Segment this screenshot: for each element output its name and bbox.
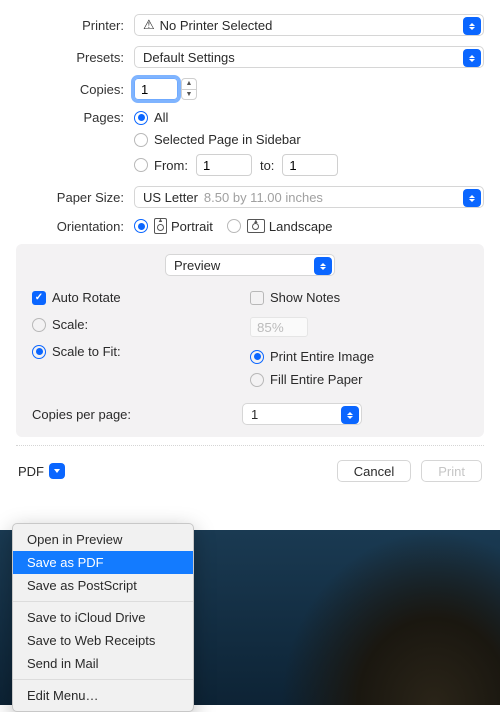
scale-to-fit-radio[interactable] (32, 345, 46, 359)
fill-entire-text: Fill Entire Paper (270, 372, 362, 387)
pdf-menu-item[interactable]: Save as PDF (13, 551, 193, 574)
copies-per-page-label: Copies per page: (32, 407, 242, 422)
paper-size-select[interactable]: US Letter 8.50 by 11.00 inches (134, 186, 484, 208)
pages-to-label: to: (260, 158, 274, 173)
pages-selected-radio[interactable] (134, 133, 148, 147)
paper-size-dims: 8.50 by 11.00 inches (204, 190, 323, 205)
menu-divider (13, 679, 193, 680)
pages-selected-text: Selected Page in Sidebar (154, 132, 301, 147)
orientation-landscape-radio[interactable] (227, 219, 241, 233)
portrait-icon (154, 218, 167, 234)
pdf-menu-item[interactable]: Edit Menu… (13, 684, 193, 707)
pages-from-input[interactable] (196, 154, 252, 176)
orientation-label: Orientation: (16, 219, 134, 234)
paper-size-value: US Letter (143, 190, 198, 205)
app-options-panel: Preview Auto Rotate Scale: Scale to Fit: (16, 244, 484, 437)
pages-label: Pages: (16, 110, 134, 125)
dropdown-caret-icon (341, 406, 359, 424)
landscape-icon (247, 219, 265, 233)
scale-text: Scale: (52, 317, 88, 332)
printer-select[interactable]: ⚠︎ No Printer Selected (134, 14, 484, 36)
printer-value: No Printer Selected (160, 18, 273, 33)
print-entire-text: Print Entire Image (270, 349, 374, 364)
pages-all-text: All (154, 110, 168, 125)
app-options-value: Preview (174, 258, 220, 273)
copies-stepper[interactable]: ▲ ▼ (181, 78, 197, 100)
dropdown-caret-icon (463, 189, 481, 207)
fill-entire-radio[interactable] (250, 373, 264, 387)
app-options-select[interactable]: Preview (165, 254, 335, 276)
pages-from-label: From: (154, 158, 188, 173)
pages-all-radio[interactable] (134, 111, 148, 125)
print-dialog: Printer: ⚠︎ No Printer Selected Presets:… (0, 0, 500, 492)
scale-to-fit-text: Scale to Fit: (52, 344, 121, 359)
pdf-menu-item[interactable]: Open in Preview (13, 528, 193, 551)
orientation-portrait-radio[interactable] (134, 219, 148, 233)
paper-size-label: Paper Size: (16, 190, 134, 205)
show-notes-text: Show Notes (270, 290, 340, 305)
pdf-menu-item[interactable]: Save to Web Receipts (13, 629, 193, 652)
pdf-menu-item[interactable]: Save as PostScript (13, 574, 193, 597)
orientation-portrait-text: Portrait (171, 219, 213, 234)
menu-divider (13, 601, 193, 602)
divider (16, 445, 484, 446)
pdf-menu-item[interactable]: Send in Mail (13, 652, 193, 675)
pdf-menu-item[interactable]: Save to iCloud Drive (13, 606, 193, 629)
print-entire-radio[interactable] (250, 350, 264, 364)
presets-select[interactable]: Default Settings (134, 46, 484, 68)
copies-per-page-select[interactable]: 1 (242, 403, 362, 425)
pages-to-input[interactable] (282, 154, 338, 176)
copies-per-page-value: 1 (251, 407, 258, 422)
presets-label: Presets: (16, 50, 134, 65)
pdf-menu-label: PDF (18, 464, 44, 479)
dropdown-caret-icon (314, 257, 332, 275)
copies-label: Copies: (16, 82, 134, 97)
stepper-up-icon[interactable]: ▲ (182, 79, 196, 90)
scale-radio[interactable] (32, 318, 46, 332)
cancel-button[interactable]: Cancel (337, 460, 411, 482)
dropdown-caret-icon (463, 49, 481, 67)
dropdown-caret-icon (463, 17, 481, 35)
chevron-down-icon (49, 463, 65, 479)
presets-value: Default Settings (143, 50, 235, 65)
pdf-dropdown-menu: Open in PreviewSave as PDFSave as PostSc… (12, 523, 194, 712)
show-notes-checkbox[interactable] (250, 291, 264, 305)
copies-input[interactable] (134, 78, 178, 100)
scale-value-input[interactable] (250, 317, 308, 337)
auto-rotate-text: Auto Rotate (52, 290, 121, 305)
auto-rotate-checkbox[interactable] (32, 291, 46, 305)
warning-icon: ⚠︎ (143, 17, 155, 33)
pdf-menu-button[interactable]: PDF (18, 461, 65, 481)
orientation-landscape-text: Landscape (269, 219, 333, 234)
pages-from-radio[interactable] (134, 158, 148, 172)
stepper-down-icon[interactable]: ▼ (182, 90, 196, 100)
print-button[interactable]: Print (421, 460, 482, 482)
printer-label: Printer: (16, 18, 134, 33)
